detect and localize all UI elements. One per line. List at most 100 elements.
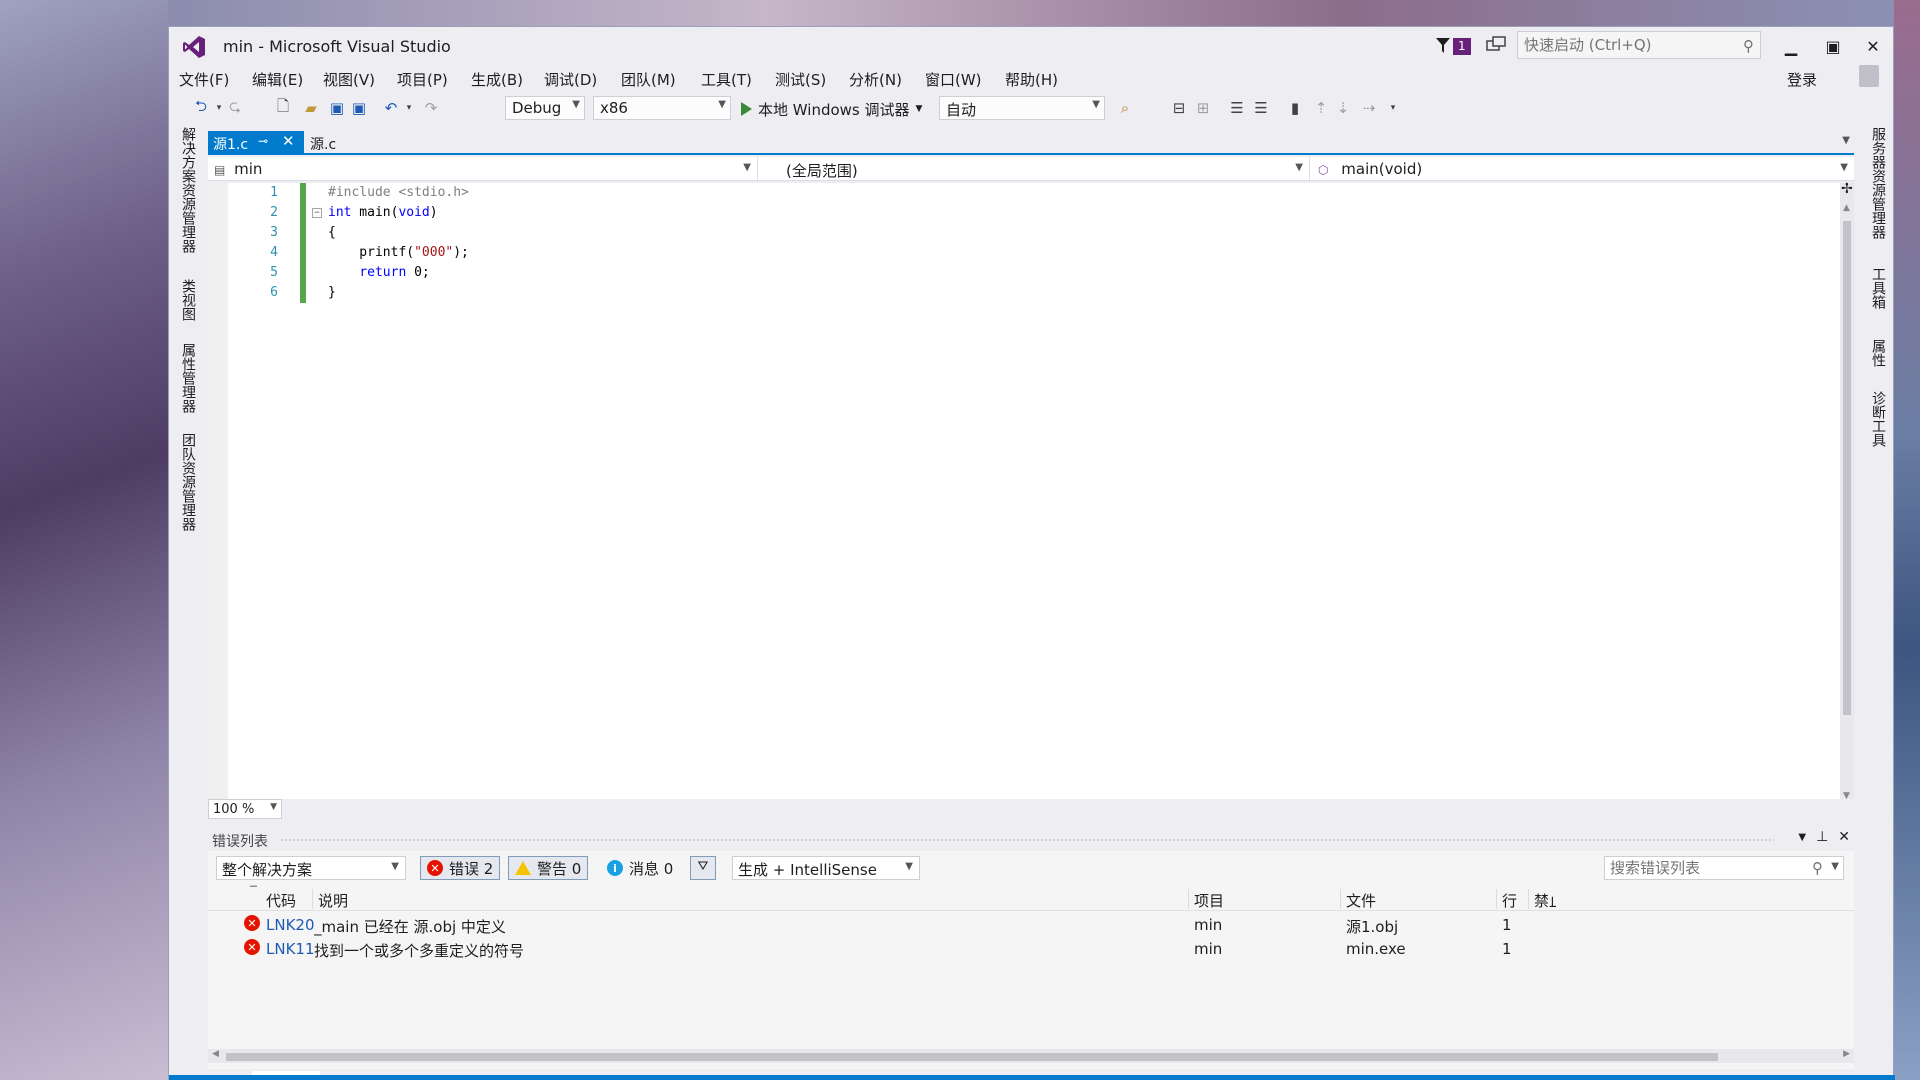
window-position-icon[interactable]: ▼ [1798,829,1806,845]
maximize-button[interactable]: ▣ [1813,31,1853,61]
tab-toolbox[interactable]: 工具箱 [1868,267,1888,309]
code-line[interactable]: 3{ [208,223,1828,243]
code-text[interactable]: { [328,225,336,240]
scrollbar-thumb[interactable] [226,1053,1718,1061]
clear-bookmarks-icon[interactable]: ⇢ [1359,98,1379,118]
tab-solution-explorer[interactable]: 解决方案资源管理器 [178,127,198,253]
error-code-link[interactable]: LNK1169 [266,940,314,958]
document-tab[interactable]: 源.c [310,134,336,154]
scrollbar-thumb[interactable] [1843,221,1851,715]
pin-icon[interactable]: ⊥ [1816,829,1828,845]
menu-file[interactable]: 文件(F) [179,69,229,90]
quick-launch-input[interactable] [1524,36,1734,54]
open-file-icon[interactable]: ▰ [301,98,321,118]
tab-diagnostic-tools[interactable]: 诊断工具 [1868,391,1888,447]
find-in-files-icon[interactable]: ⌕ [1115,98,1135,118]
quick-launch-box[interactable]: ⚲ [1517,31,1761,59]
column-header-line[interactable]: 行 [1502,890,1517,911]
solution-platform-select[interactable]: x86 ▼ [593,96,731,120]
navigate-forward-icon[interactable]: ⮎ [225,97,245,118]
tab-overflow-icon[interactable]: ▼ [1842,135,1850,146]
previous-bookmark-icon[interactable]: ⇡ [1311,98,1331,118]
new-project-icon[interactable]: 🗋 [273,97,293,118]
column-divider[interactable] [1496,889,1497,909]
scroll-right-icon[interactable]: ▶ [1843,1049,1850,1059]
next-bookmark-icon[interactable]: ⇣ [1333,98,1353,118]
save-icon[interactable]: ▣ [327,98,347,118]
project-combo[interactable]: ▤ min ▼ [208,157,758,181]
menu-edit[interactable]: 编辑(E) [252,69,303,90]
pin-icon[interactable]: ⊸ [258,134,268,148]
solution-explorer-icon[interactable]: ⊟ [1169,98,1189,118]
menu-team[interactable]: 团队(M) [621,69,676,90]
save-all-icon[interactable]: ▣ [349,98,369,118]
column-divider[interactable] [1528,889,1529,909]
menu-window[interactable]: 窗口(W) [925,69,982,90]
error-list-horizontal-scrollbar[interactable]: ◀ ▶ [208,1049,1854,1063]
tab-class-view[interactable]: 类视图 [178,279,198,321]
error-list-search[interactable]: ⚲ ▼ [1604,856,1844,880]
account-icon[interactable] [1859,65,1879,87]
column-header-description[interactable]: 说明 [318,890,348,911]
code-text[interactable]: #include <stdio.h> [328,185,469,200]
code-text[interactable]: printf("000"); [328,245,469,260]
panel-grip[interactable] [280,838,1774,842]
tab-team-explorer[interactable]: 团队资源管理器 [178,433,198,531]
menu-view[interactable]: 视图(V) [323,69,375,90]
tab-properties[interactable]: 属性 [1868,339,1888,367]
debug-mode-select[interactable]: 自动 ▼ [939,96,1105,120]
close-window-button[interactable]: ✕ [1853,31,1893,61]
split-editor-icon[interactable]: ✢ [1841,181,1853,197]
code-line[interactable]: 5 return 0; [208,263,1828,283]
navigate-back-icon[interactable]: ⮌ [191,97,211,118]
decrease-indent-icon[interactable]: ☰ [1227,98,1247,118]
member-combo[interactable]: ⬡ main(void) ▼ [1312,157,1854,181]
menu-help[interactable]: 帮助(H) [1005,69,1058,90]
collapse-outline-icon[interactable]: − [312,208,322,218]
column-header-suppression[interactable]: 禁止 [1534,890,1556,911]
menu-build[interactable]: 生成(B) [471,69,523,90]
menu-project[interactable]: 项目(P) [397,69,448,90]
code-text[interactable]: int main(void) [328,205,438,220]
column-divider[interactable] [1188,889,1189,909]
menu-analyze[interactable]: 分析(N) [849,69,902,90]
menu-tools[interactable]: 工具(T) [701,69,752,90]
menu-test[interactable]: 测试(S) [775,69,826,90]
code-text[interactable]: } [328,285,336,300]
warnings-filter-button[interactable]: 警告 0 [508,856,589,880]
code-text[interactable]: return 0; [328,265,429,280]
code-line[interactable]: 1 #include <stdio.h> [208,183,1828,203]
close-icon[interactable]: ✕ [1838,829,1850,845]
undo-icon[interactable]: ↶ [381,98,401,118]
column-header-file[interactable]: 文件 [1346,890,1376,911]
code-line[interactable]: 6} [208,283,1828,303]
redo-icon[interactable]: ↷ [421,98,441,118]
minimize-button[interactable]: ▁ [1771,31,1811,61]
column-divider[interactable] [312,889,313,909]
editor-vertical-scrollbar[interactable]: ✢ ▲ ▼ [1840,181,1854,807]
zoom-level-select[interactable]: 100 % ▼ [208,799,282,819]
clear-filter-button[interactable]: ⛛ [690,856,716,880]
column-divider[interactable] [1340,889,1341,909]
document-tab-active[interactable]: 源1.c ⊸ ✕ [208,131,304,155]
undo-dropdown-icon[interactable]: ▾ [399,98,419,118]
notifications-button[interactable]: 1 [1435,33,1475,59]
column-header-code[interactable]: 代码 [266,890,296,911]
errors-filter-button[interactable]: ✕ 错误 2 [420,856,501,880]
scroll-left-icon[interactable]: ◀ [212,1049,219,1059]
messages-filter-button[interactable]: i 消息 0 [600,856,680,880]
feedback-icon[interactable] [1485,35,1507,57]
error-row[interactable]: ✕ LNK2005 _main 已经在 源.obj 中定义 min 源1.obj… [208,913,1854,937]
tab-server-explorer[interactable]: 服务器资源管理器 [1868,127,1888,239]
menu-debug[interactable]: 调试(D) [544,69,597,90]
scope-combo[interactable]: (全局范围) ▼ [760,157,1310,181]
toolbar-options-icon[interactable]: ▾ [1383,98,1403,118]
build-intellisense-select[interactable]: 生成 + IntelliSense ▼ [732,856,920,880]
column-header-project[interactable]: 项目 [1194,890,1224,911]
start-debugging-button[interactable]: 本地 Windows 调试器 ▼ [741,97,922,121]
code-line[interactable]: 2 − int main(void) [208,203,1828,223]
class-view-icon[interactable]: ⊞ [1193,98,1213,118]
solution-configuration-select[interactable]: Debug ▼ [505,96,585,120]
error-row[interactable]: ✕ LNK1169 找到一个或多个多重定义的符号 min min.exe 1 [208,937,1854,961]
bookmark-icon[interactable]: ▮ [1285,98,1305,118]
